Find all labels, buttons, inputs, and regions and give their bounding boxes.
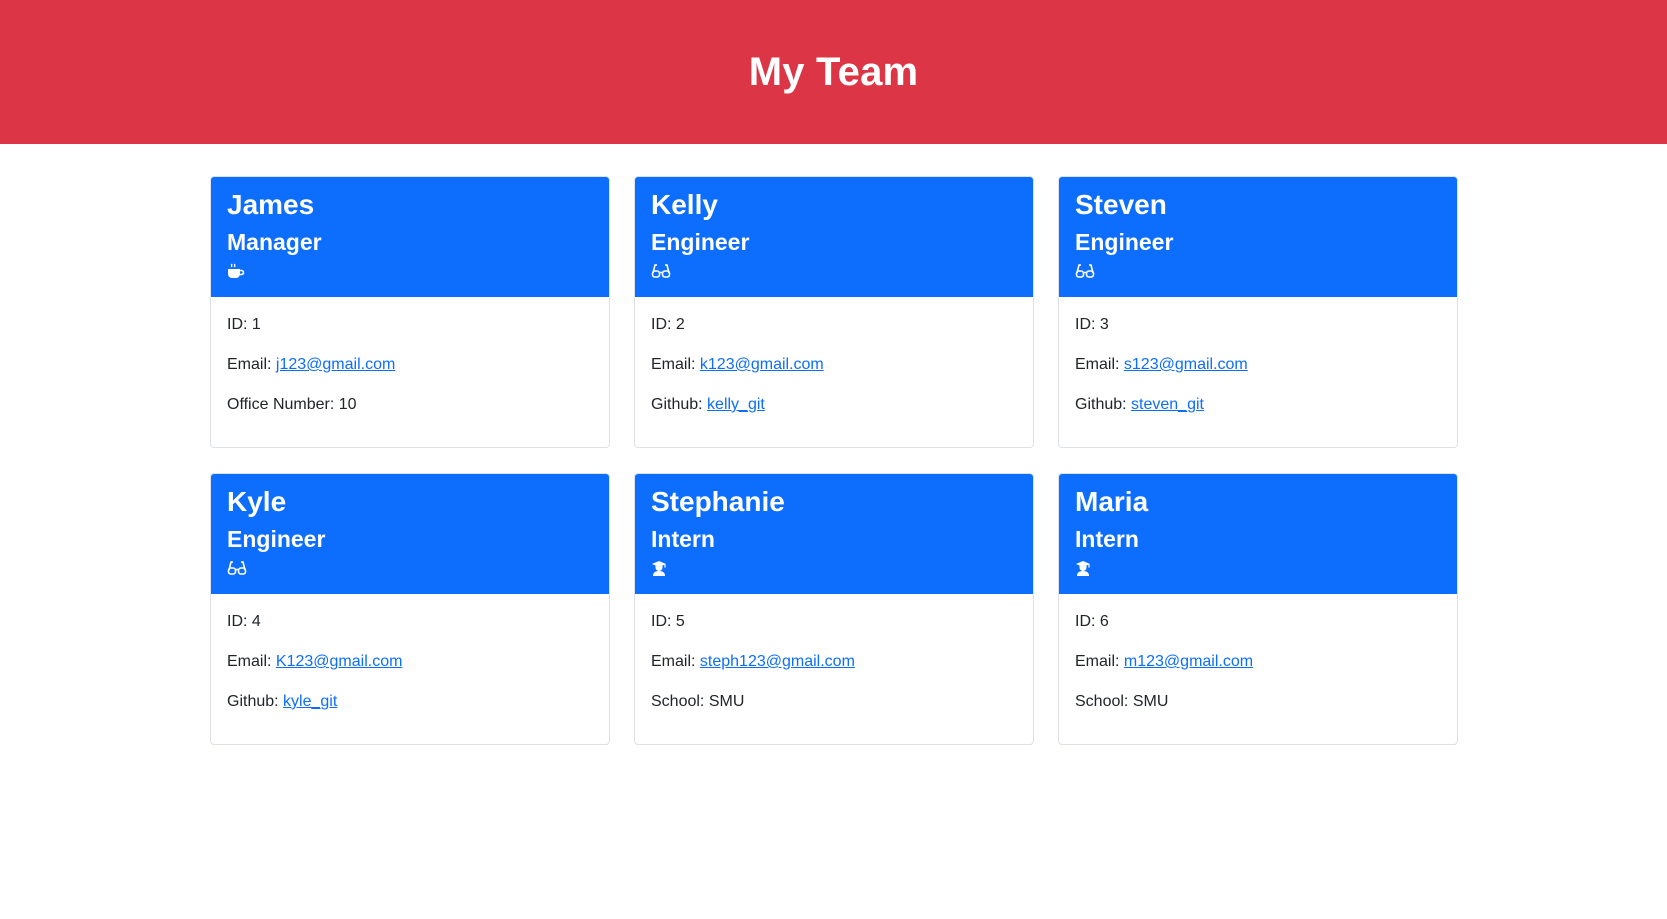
employee-name: Kelly (651, 189, 718, 220)
card-body: ID: 3 Email: s123@gmail.com Github: stev… (1059, 297, 1457, 415)
github-link[interactable]: kyle_git (283, 693, 337, 710)
graduate-icon (1075, 560, 1095, 578)
glasses-icon (227, 560, 247, 578)
id-value: 6 (1099, 613, 1109, 630)
id-value: 1 (251, 316, 261, 333)
email-link[interactable]: s123@gmail.com (1124, 356, 1248, 373)
id-row: ID: 6 (1075, 612, 1441, 632)
card-body: ID: 5 Email: steph123@gmail.com School: … (635, 594, 1033, 712)
card-header: Maria Intern (1059, 474, 1457, 594)
card-header: James Manager (211, 177, 609, 297)
glasses-icon (651, 263, 671, 281)
github-label: Github: (227, 693, 279, 710)
card-body: ID: 6 Email: m123@gmail.com School: SMU (1059, 594, 1457, 712)
employee-role: Engineer (1075, 229, 1174, 255)
email-row: Email: j123@gmail.com (227, 355, 593, 375)
school-label: School: (1075, 693, 1129, 710)
id-value: 3 (1099, 316, 1109, 333)
email-link[interactable]: m123@gmail.com (1124, 653, 1253, 670)
school-value: SMU (708, 693, 745, 710)
email-row: Email: steph123@gmail.com (651, 652, 1017, 672)
email-label: Email: (227, 356, 272, 373)
id-row: ID: 4 (227, 612, 593, 632)
glasses-icon (1075, 263, 1095, 281)
employee-role: Engineer (227, 526, 326, 552)
page-header: My Team (0, 0, 1667, 144)
email-link[interactable]: j123@gmail.com (276, 356, 395, 373)
email-row: Email: K123@gmail.com (227, 652, 593, 672)
id-row: ID: 2 (651, 315, 1017, 335)
github-link[interactable]: steven_git (1131, 396, 1204, 413)
page-title: My Team (748, 49, 919, 94)
id-value: 5 (675, 613, 685, 630)
team-grid: James Manager ID: 1 Email: j123@gmail.co… (210, 176, 1458, 745)
id-label: ID: (1075, 613, 1096, 630)
graduate-icon (651, 560, 671, 578)
employee-role: Manager (227, 229, 322, 255)
id-label: ID: (651, 613, 672, 630)
employee-card: Steven Engineer ID: 3 Email: s123@gmail.… (1058, 176, 1458, 448)
id-label: ID: (651, 316, 672, 333)
github-row: Github: steven_git (1075, 395, 1441, 415)
school-value: SMU (1132, 693, 1169, 710)
card-body: ID: 4 Email: K123@gmail.com Github: kyle… (211, 594, 609, 712)
card-body: ID: 1 Email: j123@gmail.com Office Numbe… (211, 297, 609, 415)
id-value: 2 (675, 316, 685, 333)
github-label: Github: (1075, 396, 1127, 413)
id-row: ID: 1 (227, 315, 593, 335)
github-row: Github: kelly_git (651, 395, 1017, 415)
employee-name: Steven (1075, 189, 1167, 220)
email-label: Email: (1075, 356, 1120, 373)
school-label: School: (651, 693, 705, 710)
github-row: Github: kyle_git (227, 692, 593, 712)
email-link[interactable]: steph123@gmail.com (700, 653, 855, 670)
office-number-row: Office Number: 10 (227, 395, 593, 415)
email-row: Email: s123@gmail.com (1075, 355, 1441, 375)
email-label: Email: (1075, 653, 1120, 670)
card-body: ID: 2 Email: k123@gmail.com Github: kell… (635, 297, 1033, 415)
employee-name: Stephanie (651, 486, 785, 517)
github-label: Github: (651, 396, 703, 413)
employee-name: Kyle (227, 486, 287, 517)
employee-role: Intern (1075, 526, 1139, 552)
github-link[interactable]: kelly_git (707, 396, 765, 413)
email-label: Email: (651, 356, 696, 373)
employee-name: James (227, 189, 315, 220)
email-label: Email: (651, 653, 696, 670)
email-link[interactable]: k123@gmail.com (700, 356, 824, 373)
employee-role: Intern (651, 526, 715, 552)
school-row: School: SMU (1075, 692, 1441, 712)
card-header: Stephanie Intern (635, 474, 1033, 594)
office-number-label: Office Number: (227, 396, 335, 413)
email-row: Email: k123@gmail.com (651, 355, 1017, 375)
id-value: 4 (251, 613, 261, 630)
email-label: Email: (227, 653, 272, 670)
employee-card: Maria Intern ID: 6 Email: m123@gmail.com (1058, 473, 1458, 745)
id-label: ID: (1075, 316, 1096, 333)
card-header: Kyle Engineer (211, 474, 609, 594)
employee-role: Engineer (651, 229, 750, 255)
employee-card: Stephanie Intern ID: 5 Email: steph123@g… (634, 473, 1034, 745)
employee-card: Kyle Engineer ID: 4 Email: K123@gmail.co… (210, 473, 610, 745)
employee-name: Maria (1075, 486, 1149, 517)
office-number-value: 10 (338, 396, 357, 413)
school-row: School: SMU (651, 692, 1017, 712)
coffee-icon (227, 263, 247, 281)
email-row: Email: m123@gmail.com (1075, 652, 1441, 672)
employee-card: Kelly Engineer ID: 2 Email: k123@gmail.c… (634, 176, 1034, 448)
card-header: Kelly Engineer (635, 177, 1033, 297)
id-row: ID: 5 (651, 612, 1017, 632)
card-header: Steven Engineer (1059, 177, 1457, 297)
id-label: ID: (227, 613, 248, 630)
employee-card: James Manager ID: 1 Email: j123@gmail.co… (210, 176, 610, 448)
id-row: ID: 3 (1075, 315, 1441, 335)
id-label: ID: (227, 316, 248, 333)
email-link[interactable]: K123@gmail.com (276, 653, 403, 670)
